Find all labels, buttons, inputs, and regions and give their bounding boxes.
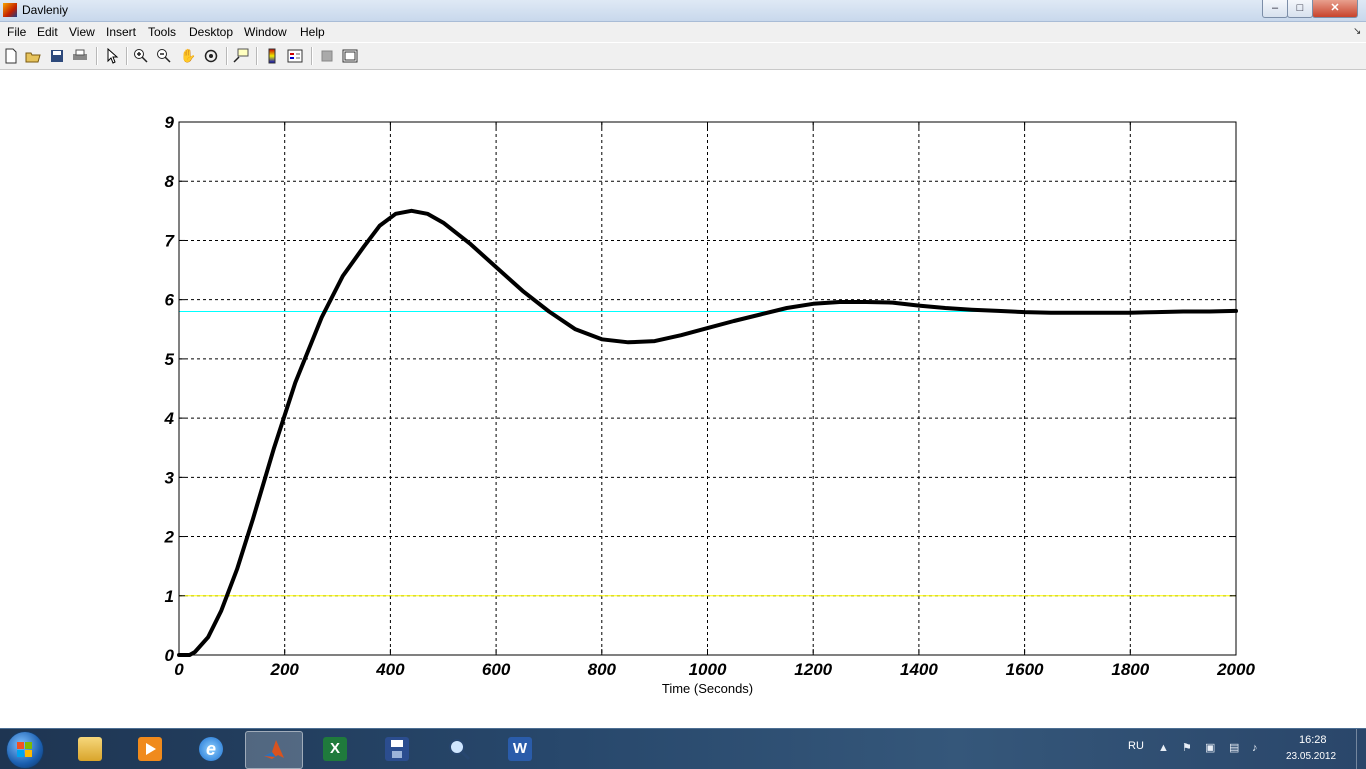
x-tick-label: 1400 bbox=[900, 660, 938, 679]
x-tick-label: 1600 bbox=[1006, 660, 1044, 679]
menu-view[interactable]: View bbox=[69, 25, 95, 39]
data-cursor-icon[interactable] bbox=[233, 48, 249, 64]
zoom-in-icon[interactable] bbox=[133, 48, 149, 64]
new-figure-icon[interactable] bbox=[3, 48, 19, 64]
window-title: Davleniy bbox=[22, 3, 69, 17]
excel-icon: X bbox=[323, 737, 347, 761]
taskbar-search-tool[interactable] bbox=[431, 731, 487, 767]
plot-series bbox=[177, 208, 1238, 657]
matlab-figure-icon bbox=[3, 3, 17, 17]
floppy-disk-icon bbox=[385, 737, 409, 761]
start-button[interactable] bbox=[6, 731, 44, 769]
taskbar-file-explorer[interactable] bbox=[62, 731, 118, 767]
network-icon[interactable]: ▤ bbox=[1229, 742, 1243, 755]
windows-logo-icon bbox=[17, 742, 33, 758]
colorbar-icon[interactable] bbox=[264, 48, 280, 64]
figure-canvas: 0 200 400 600 800 1000 1200 1400 1600 1800 2000 0 1 2… bbox=[0, 70, 1366, 728]
device-icon[interactable]: ▣ bbox=[1205, 742, 1219, 755]
series-line-2 bbox=[177, 208, 1238, 657]
menu-desktop[interactable]: Desktop bbox=[189, 25, 233, 39]
x-tick-label: 800 bbox=[588, 660, 617, 679]
x-tick-label: 1800 bbox=[1111, 660, 1149, 679]
x-tick-label: 1000 bbox=[689, 660, 727, 679]
clock-time[interactable]: 16:28 bbox=[1299, 734, 1327, 746]
maximize-button[interactable]: □ bbox=[1287, 0, 1313, 18]
taskbar-save-disk[interactable] bbox=[369, 731, 425, 767]
axis-ticks: 0 200 400 600 800 1000 1200 1400 1600 1800 2000 0 1 2… bbox=[164, 113, 1256, 679]
language-indicator[interactable]: RU bbox=[1128, 740, 1144, 752]
menu-edit[interactable]: Edit bbox=[37, 25, 58, 39]
open-file-icon[interactable] bbox=[25, 48, 41, 64]
y-tick-label: 8 bbox=[165, 172, 175, 191]
magnifier-icon bbox=[447, 737, 471, 761]
menu-bar: File Edit View Insert Tools Desktop Wind… bbox=[0, 22, 1366, 42]
x-tick-label: 1200 bbox=[794, 660, 832, 679]
clock-date[interactable]: 23.05.2012 bbox=[1286, 751, 1336, 762]
y-tick-label: 2 bbox=[164, 528, 175, 547]
title-bar: Davleniy – □ ✕ bbox=[0, 0, 1366, 22]
toolbar-separator bbox=[126, 47, 128, 65]
save-icon[interactable] bbox=[49, 48, 65, 64]
y-tick-label: 0 bbox=[165, 646, 175, 665]
y-tick-label: 1 bbox=[165, 587, 174, 606]
media-player-icon bbox=[138, 737, 162, 761]
taskbar-excel[interactable]: X bbox=[307, 731, 363, 767]
toolbar-separator bbox=[96, 47, 98, 65]
hide-plot-tools-icon[interactable] bbox=[319, 48, 335, 64]
internet-explorer-icon: e bbox=[199, 737, 223, 761]
y-tick-label: 7 bbox=[165, 231, 176, 250]
select-arrow-icon[interactable] bbox=[104, 47, 120, 64]
taskbar: e X W RU ▲ ⚑ ▣ ▤ ♪ 16:28 23.05.2012 bbox=[0, 728, 1366, 769]
folder-icon bbox=[78, 737, 102, 761]
y-tick-label: 4 bbox=[164, 409, 175, 428]
toolbar-separator bbox=[311, 47, 313, 65]
menu-help[interactable]: Help bbox=[300, 25, 325, 39]
volume-icon[interactable]: ♪ bbox=[1252, 742, 1266, 755]
x-tick-label: 400 bbox=[375, 660, 405, 679]
y-tick-label: 3 bbox=[165, 468, 175, 487]
zoom-out-icon[interactable] bbox=[156, 48, 172, 64]
dock-arrow-icon[interactable]: ↘ bbox=[1353, 26, 1361, 37]
x-tick-label: 2000 bbox=[1216, 660, 1255, 679]
toolbar-separator bbox=[256, 47, 258, 65]
menu-file[interactable]: File bbox=[7, 25, 26, 39]
print-icon[interactable] bbox=[72, 48, 88, 64]
x-tick-label: 200 bbox=[270, 660, 300, 679]
action-center-icon[interactable]: ⚑ bbox=[1182, 742, 1196, 755]
legend-icon[interactable] bbox=[287, 48, 303, 64]
close-button[interactable]: ✕ bbox=[1312, 0, 1358, 18]
show-desktop-button[interactable] bbox=[1356, 729, 1366, 769]
figure-toolbar: ✋ bbox=[0, 43, 1366, 70]
rotate-3d-icon[interactable] bbox=[203, 48, 219, 64]
taskbar-word[interactable]: W bbox=[492, 731, 548, 767]
y-tick-label: 5 bbox=[165, 350, 175, 369]
menu-window[interactable]: Window bbox=[244, 25, 287, 39]
menu-tools[interactable]: Tools bbox=[148, 25, 176, 39]
y-tick-label: 9 bbox=[165, 113, 175, 132]
x-tick-label: 600 bbox=[482, 660, 511, 679]
taskbar-internet-explorer[interactable]: e bbox=[183, 731, 239, 767]
matlab-icon bbox=[262, 738, 286, 762]
word-icon: W bbox=[508, 737, 532, 761]
x-tick-label: 0 bbox=[174, 660, 184, 679]
menu-insert[interactable]: Insert bbox=[106, 25, 136, 39]
x-axis-label: Time (Seconds) bbox=[662, 681, 753, 696]
show-plot-tools-icon[interactable] bbox=[342, 48, 358, 64]
minimize-button[interactable]: – bbox=[1262, 0, 1288, 18]
y-tick-label: 6 bbox=[165, 291, 175, 310]
toolbar-separator bbox=[226, 47, 228, 65]
taskbar-media-player[interactable] bbox=[122, 731, 178, 767]
show-hidden-icons-icon[interactable]: ▲ bbox=[1158, 742, 1172, 755]
taskbar-matlab[interactable] bbox=[245, 731, 303, 769]
pan-hand-icon[interactable]: ✋ bbox=[180, 48, 196, 64]
plot-axes[interactable]: 0 200 400 600 800 1000 1200 1400 1600 1800 2000 0 1 2… bbox=[0, 70, 1366, 728]
grid-lines bbox=[179, 122, 1236, 655]
